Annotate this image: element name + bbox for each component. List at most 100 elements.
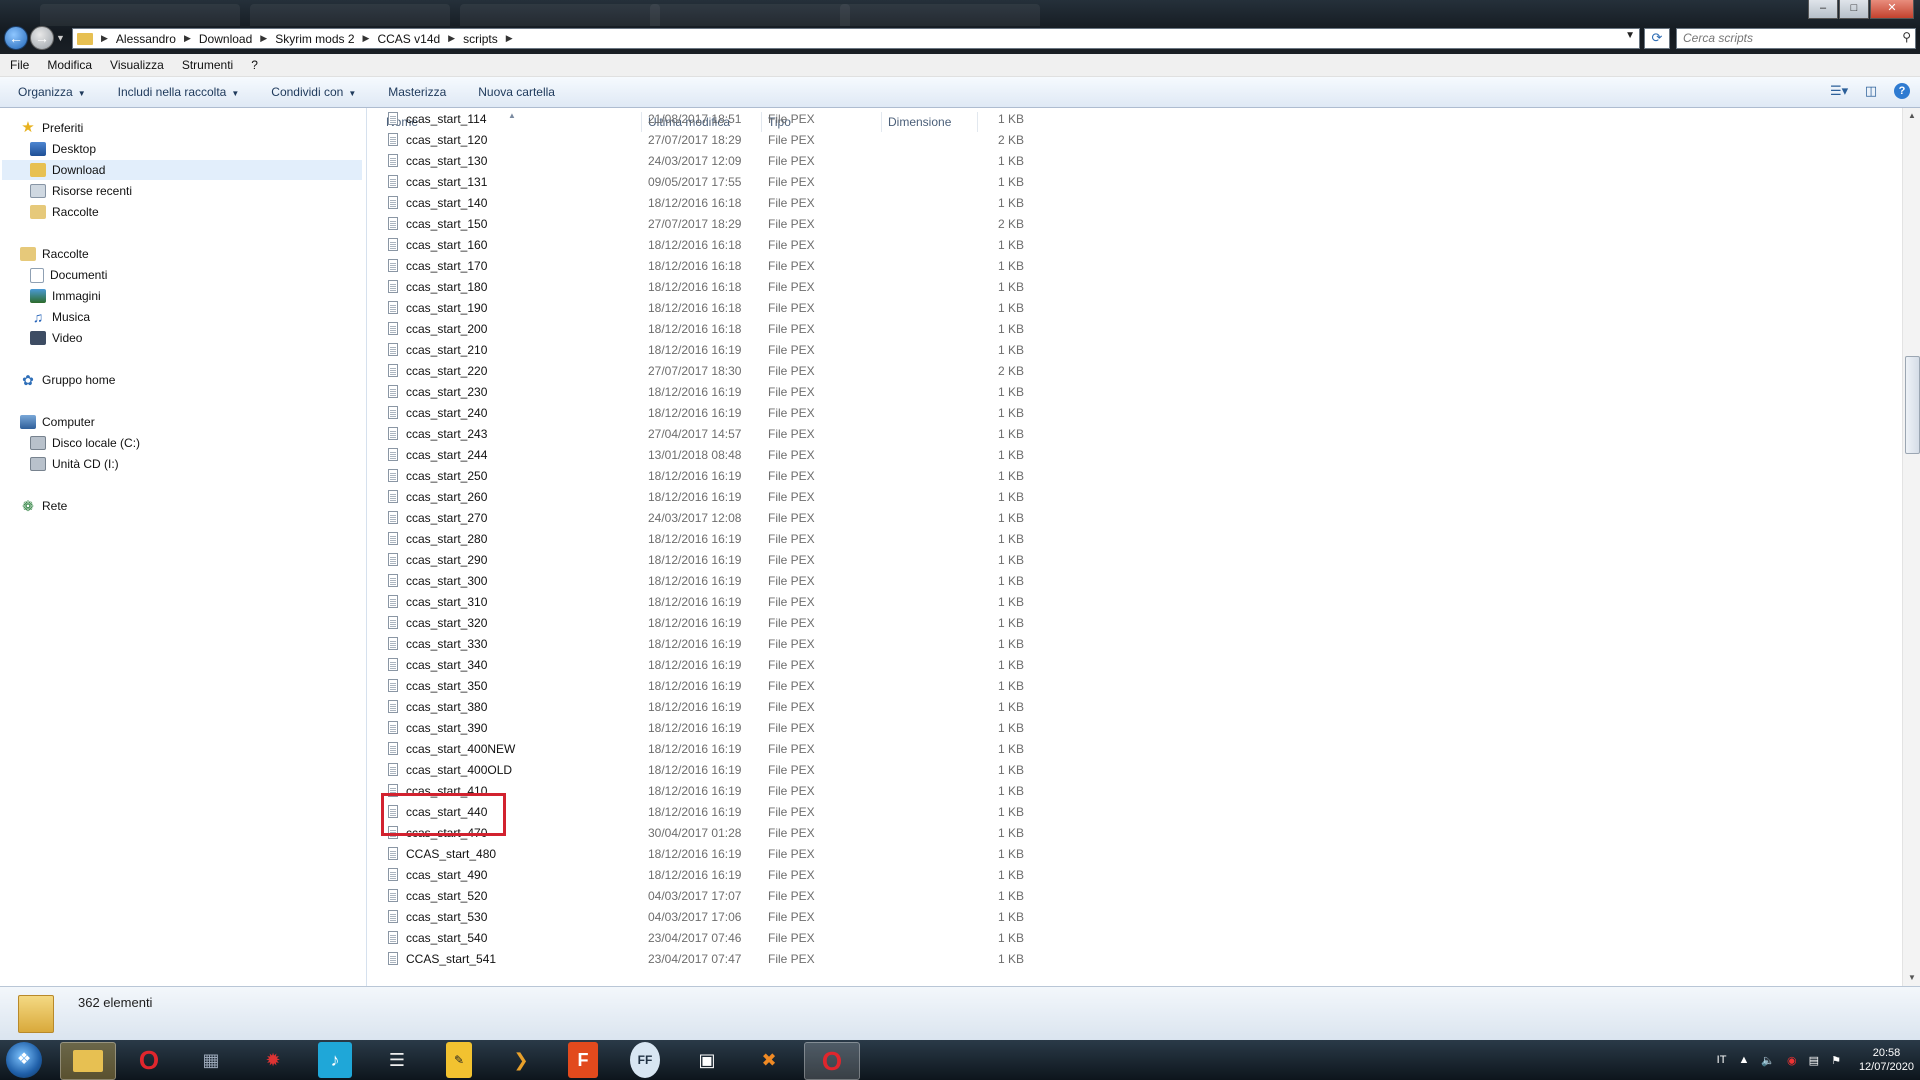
- file-row[interactable]: ccas_start_300 18/12/2016 16:19 File PEX 1 …: [380, 570, 1330, 591]
- nav-homegroup[interactable]: ✿ Gruppo home: [20, 370, 115, 390]
- search-input[interactable]: [1677, 29, 1889, 46]
- menu-strumenti[interactable]: Strumenti: [172, 58, 241, 72]
- breadcrumb-item[interactable]: scripts: [457, 32, 504, 46]
- burn-button[interactable]: Masterizza: [370, 85, 460, 99]
- nav-desktop[interactable]: Desktop: [30, 139, 96, 159]
- opera-active-taskbar-icon[interactable]: O: [804, 1042, 860, 1080]
- x-app-taskbar-icon[interactable]: ✖: [742, 1042, 796, 1078]
- file-row[interactable]: ccas_start_240 18/12/2016 16:19 File PEX 1 …: [380, 402, 1330, 423]
- clock[interactable]: 20:58 12/07/2020: [1859, 1046, 1914, 1074]
- file-row[interactable]: ccas_start_410 18/12/2016 16:19 File PEX 1 …: [380, 780, 1330, 801]
- file-row[interactable]: ccas_start_220 27/07/2017 18:30 File PEX 2 …: [380, 360, 1330, 381]
- nav-download[interactable]: Download: [2, 160, 362, 180]
- file-row[interactable]: ccas_start_400NEW 18/12/2016 16:19 File PE…: [380, 738, 1330, 759]
- nav-recent-places[interactable]: Risorse recenti: [30, 181, 132, 201]
- arrow-app-taskbar-icon[interactable]: ❯: [494, 1042, 548, 1078]
- language-indicator[interactable]: IT: [1717, 1054, 1727, 1066]
- file-row[interactable]: ccas_start_470 30/04/2017 01:28 File PEX 1 …: [380, 822, 1330, 843]
- chevron-right-icon[interactable]: ▶: [99, 33, 110, 44]
- menu-modifica[interactable]: Modifica: [37, 58, 100, 72]
- file-row[interactable]: ccas_start_260 18/12/2016 16:19 File PEX 1 …: [380, 486, 1330, 507]
- file-row[interactable]: ccas_start_180 18/12/2016 16:18 File PEX 1 …: [380, 276, 1330, 297]
- nav-pictures[interactable]: Immagini: [30, 286, 101, 306]
- action-center-flag-icon[interactable]: ⚑: [1831, 1054, 1841, 1067]
- address-history-dropdown-icon[interactable]: ▼: [1625, 30, 1635, 41]
- minimize-button[interactable]: –: [1808, 0, 1838, 19]
- opera-taskbar-icon[interactable]: O: [122, 1042, 176, 1078]
- nav-raccolte-favorite[interactable]: Raccolte: [30, 202, 99, 222]
- nav-documents[interactable]: Documenti: [30, 265, 107, 285]
- file-row[interactable]: ccas_start_140 18/12/2016 16:18 File PEX 1 …: [380, 192, 1330, 213]
- scroll-up-icon[interactable]: ▲: [1903, 108, 1920, 124]
- media-taskbar-icon[interactable]: ▦: [184, 1042, 238, 1078]
- chevron-right-icon[interactable]: ▶: [258, 33, 269, 44]
- breadcrumb-item[interactable]: Skyrim mods 2: [269, 32, 360, 46]
- file-row[interactable]: ccas_start_130 24/03/2017 12:09 File PEX 1 …: [380, 150, 1330, 171]
- refresh-button[interactable]: ⟳: [1644, 28, 1670, 49]
- view-options-icon[interactable]: ☰▾: [1830, 83, 1848, 99]
- nav-network[interactable]: ❁ Rete: [20, 496, 67, 516]
- file-row[interactable]: ccas_start_490 18/12/2016 16:19 File PEX 1 …: [380, 864, 1330, 885]
- file-row[interactable]: ccas_start_150 27/07/2017 18:29 File PEX 2 …: [380, 213, 1330, 234]
- file-row[interactable]: ccas_start_190 18/12/2016 16:18 File PEX 1 …: [380, 297, 1330, 318]
- start-button[interactable]: ❖: [6, 1042, 42, 1078]
- file-row[interactable]: ccas_start_160 18/12/2016 16:18 File PEX 1 …: [380, 234, 1330, 255]
- file-row[interactable]: ccas_start_210 18/12/2016 16:19 File PEX 1 …: [380, 339, 1330, 360]
- file-row[interactable]: ccas_start_390 18/12/2016 16:19 File PEX 1 …: [380, 717, 1330, 738]
- nav-favorites[interactable]: ★ Preferiti: [20, 118, 83, 138]
- f-app-taskbar-icon[interactable]: F: [568, 1042, 598, 1078]
- include-in-library-button[interactable]: Includi nella raccolta ▼: [100, 85, 254, 99]
- ff-decoder-taskbar-icon[interactable]: FF: [630, 1042, 660, 1078]
- nav-libraries[interactable]: Raccolte: [20, 244, 89, 264]
- explorer-taskbar-icon[interactable]: [60, 1042, 116, 1080]
- forward-button[interactable]: →: [30, 26, 54, 50]
- file-row[interactable]: ccas_start_243 27/04/2017 14:57 File PEX 1 …: [380, 423, 1330, 444]
- menu-file[interactable]: File: [0, 58, 37, 72]
- breadcrumb-item[interactable]: Alessandro: [110, 32, 182, 46]
- file-row[interactable]: ccas_start_340 18/12/2016 16:19 File PEX 1 …: [380, 654, 1330, 675]
- window-app-taskbar-icon[interactable]: ▣: [680, 1042, 734, 1078]
- file-row[interactable]: ccas_start_131 09/05/2017 17:55 File PEX 1 …: [380, 171, 1330, 192]
- chevron-right-icon[interactable]: ▶: [361, 33, 372, 44]
- file-row[interactable]: ccas_start_380 18/12/2016 16:19 File PEX 1 …: [380, 696, 1330, 717]
- nav-cd-drive[interactable]: Unità CD (I:): [30, 454, 119, 474]
- new-folder-button[interactable]: Nuova cartella: [460, 85, 569, 99]
- file-row[interactable]: ccas_start_244 13/01/2018 08:48 File PEX 1 …: [380, 444, 1330, 465]
- file-row[interactable]: ccas_start_250 18/12/2016 16:19 File PEX 1 …: [380, 465, 1330, 486]
- file-row[interactable]: ccas_start_320 18/12/2016 16:19 File PEX 1 …: [380, 612, 1330, 633]
- scroll-down-icon[interactable]: ▼: [1903, 970, 1920, 986]
- file-row[interactable]: ccas_start_330 18/12/2016 16:19 File PEX 1 …: [380, 633, 1330, 654]
- recent-pages-dropdown-icon[interactable]: ▼: [56, 33, 65, 43]
- music-app-taskbar-icon[interactable]: ♪: [318, 1042, 352, 1078]
- file-row[interactable]: ccas_start_400OLD 18/12/2016 16:19 File PE…: [380, 759, 1330, 780]
- preview-pane-icon[interactable]: ◫: [1862, 83, 1880, 99]
- breadcrumb-item[interactable]: CCAS v14d: [371, 32, 446, 46]
- show-hidden-icons-icon[interactable]: ▲: [1738, 1054, 1749, 1066]
- file-row[interactable]: ccas_start_200 18/12/2016 16:18 File PEX 1 …: [380, 318, 1330, 339]
- game-taskbar-icon[interactable]: ✹: [246, 1042, 300, 1078]
- nav-computer[interactable]: Computer: [20, 412, 95, 432]
- search-icon[interactable]: ⚲: [1902, 30, 1911, 44]
- app-taskbar-icon[interactable]: ☰: [370, 1042, 424, 1078]
- chevron-right-icon[interactable]: ▶: [182, 33, 193, 44]
- maximize-button[interactable]: □: [1839, 0, 1869, 19]
- chevron-right-icon[interactable]: ▶: [504, 33, 515, 44]
- file-row[interactable]: ccas_start_270 24/03/2017 12:08 File PEX 1 …: [380, 507, 1330, 528]
- notes-taskbar-icon[interactable]: ✎: [446, 1042, 472, 1078]
- share-with-button[interactable]: Condividi con ▼: [253, 85, 370, 99]
- scrollbar-thumb[interactable]: [1905, 356, 1920, 454]
- organize-button[interactable]: Organizza ▼: [0, 85, 100, 99]
- nav-video[interactable]: Video: [30, 328, 82, 348]
- file-row[interactable]: ccas_start_230 18/12/2016 16:19 File PEX 1 …: [380, 381, 1330, 402]
- file-row[interactable]: ccas_start_114 21/08/2017 18:51 File PEX 1 …: [380, 108, 1330, 129]
- breadcrumb-item[interactable]: Download: [193, 32, 258, 46]
- file-row[interactable]: ccas_start_350 18/12/2016 16:19 File PEX 1 …: [380, 675, 1330, 696]
- back-button[interactable]: ←: [4, 26, 28, 50]
- network-tray-icon[interactable]: ▤: [1809, 1054, 1819, 1067]
- file-row[interactable]: ccas_start_540 23/04/2017 07:46 File PEX 1 …: [380, 927, 1330, 948]
- file-row[interactable]: ccas_start_520 04/03/2017 17:07 File PEX 1 …: [380, 885, 1330, 906]
- chevron-right-icon[interactable]: ▶: [446, 33, 457, 44]
- file-row[interactable]: ccas_start_310 18/12/2016 16:19 File PEX 1 …: [380, 591, 1330, 612]
- file-row[interactable]: ccas_start_530 04/03/2017 17:06 File PEX 1 …: [380, 906, 1330, 927]
- help-icon[interactable]: ?: [1894, 83, 1910, 99]
